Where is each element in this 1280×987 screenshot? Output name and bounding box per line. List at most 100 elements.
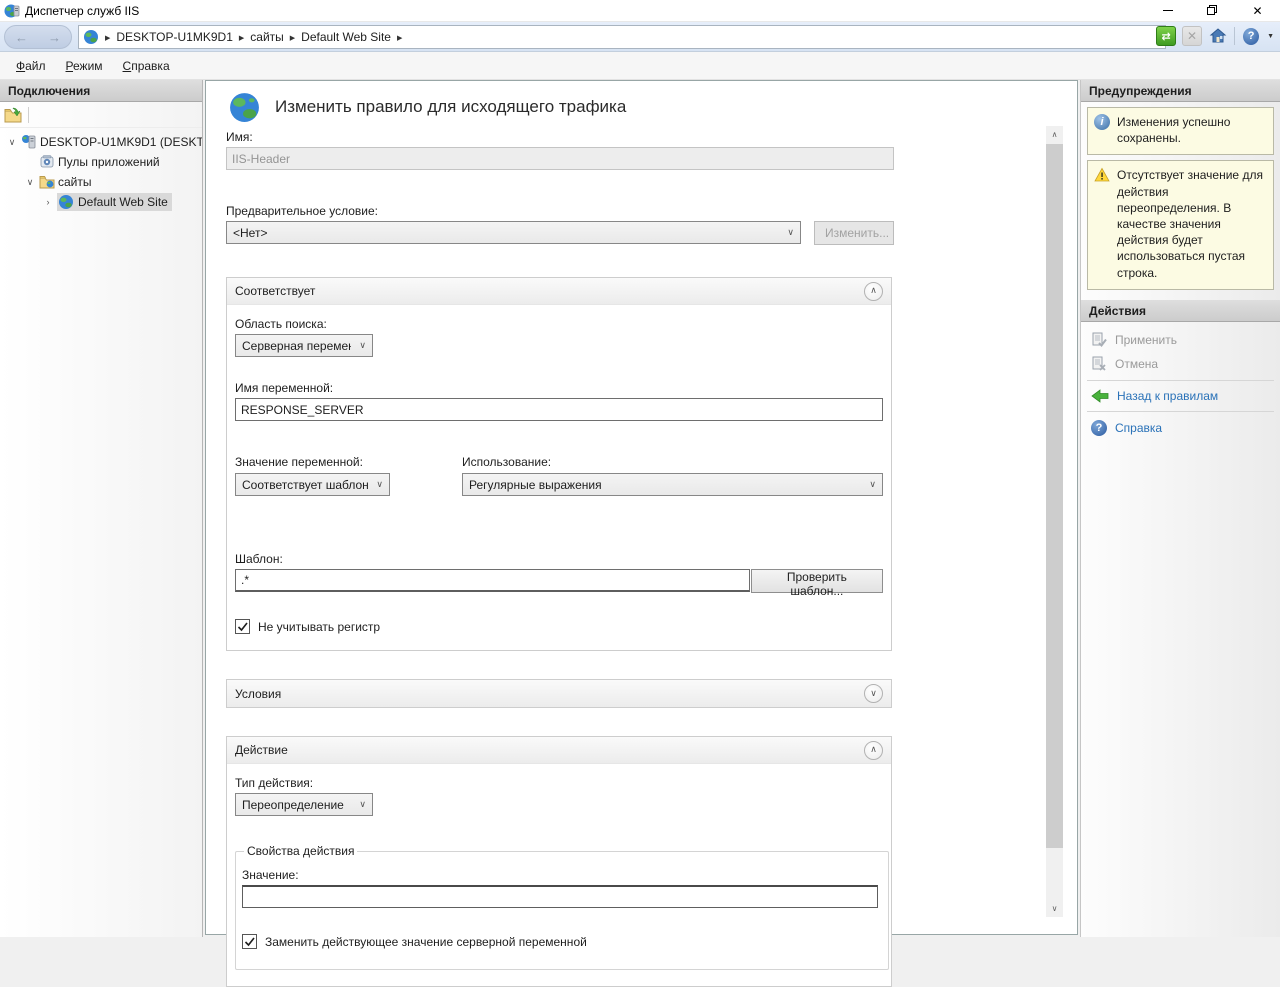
refresh-icon[interactable]: ⇄ <box>1156 26 1176 46</box>
restore-button[interactable] <box>1190 0 1235 21</box>
page-title: Изменить правило для исходящего трафика <box>275 91 626 117</box>
chevron-down-icon: ∨ <box>359 340 366 351</box>
minimize-button[interactable] <box>1145 0 1190 21</box>
alert-text: Отсутствует значение для действия переоп… <box>1117 167 1267 280</box>
expander-icon[interactable]: › <box>42 197 54 207</box>
action-properties-group: Свойства действия Значение: Заменить дей… <box>235 844 889 970</box>
collapse-up-icon[interactable]: ∧ <box>864 282 883 301</box>
tree-item-server[interactable]: ∨ DESKTOP-U1MK9D1 (DESKTOI <box>0 132 202 152</box>
menu-help[interactable]: Справка <box>113 55 180 77</box>
name-input <box>226 147 894 170</box>
help-icon[interactable]: ? <box>1241 26 1261 46</box>
expander-icon[interactable]: ∨ <box>24 177 36 188</box>
minimize-icon <box>1163 10 1173 11</box>
help-dropdown-icon[interactable]: ▼ <box>1267 33 1274 40</box>
action-section-title: Действие <box>235 743 288 757</box>
tree-item-label: DESKTOP-U1MK9D1 (DESKTOI <box>40 135 202 149</box>
value-label: Значение: <box>242 868 878 882</box>
menu-bar: Файл Режим Справка <box>0 52 1280 80</box>
alert-warning: Отсутствует значение для действия переоп… <box>1087 160 1274 289</box>
close-button[interactable]: ✕ <box>1235 0 1280 21</box>
vertical-scrollbar[interactable]: ∧ ∨ <box>1046 126 1063 917</box>
toolbar-separator <box>28 107 29 123</box>
warning-icon <box>1094 167 1110 183</box>
tree-item-label: сайты <box>58 175 92 189</box>
replace-value-checkbox[interactable] <box>242 934 257 949</box>
breadcrumb[interactable]: ▶ DESKTOP-U1MK9D1 ▶ сайты ▶ Default Web … <box>78 25 1166 49</box>
chevron-down-icon: ∨ <box>376 479 383 490</box>
breadcrumb-separator-icon[interactable]: ▶ <box>290 33 295 42</box>
collapse-down-icon[interactable]: ∨ <box>864 684 883 703</box>
iis-app-icon <box>4 3 20 19</box>
variable-value-label: Значение переменной: <box>235 455 390 469</box>
precondition-select[interactable]: <Нет> ∨ <box>226 221 801 244</box>
breadcrumb-separator-icon[interactable]: ▶ <box>239 33 244 42</box>
ignore-case-checkbox[interactable] <box>235 619 250 634</box>
server-icon <box>21 134 37 150</box>
actions-sidebar: Предупреждения i Изменения успешно сохра… <box>1080 80 1280 937</box>
selected-tree-item[interactable]: Default Web Site <box>57 193 172 211</box>
breadcrumb-server[interactable]: DESKTOP-U1MK9D1 <box>116 30 232 44</box>
apply-action: Применить <box>1081 328 1280 352</box>
tree-item-app-pools[interactable]: Пулы приложений <box>0 152 202 172</box>
action-type-label: Тип действия: <box>235 776 883 790</box>
collapse-up-icon[interactable]: ∧ <box>864 741 883 760</box>
match-section: Соответствует ∧ Область поиска: Серверна… <box>226 277 892 651</box>
back-to-rules-link[interactable]: Назад к правилам <box>1081 385 1280 407</box>
window-title: Диспетчер служб IIS <box>25 4 1145 18</box>
apply-icon <box>1091 332 1107 348</box>
value-input[interactable] <box>242 885 878 908</box>
cancel-action: Отмена <box>1081 352 1280 376</box>
back-icon[interactable]: ← <box>15 30 28 45</box>
variable-name-label: Имя переменной: <box>235 381 883 395</box>
home-icon[interactable] <box>1208 26 1228 46</box>
toolbar-separator <box>1234 27 1235 45</box>
breadcrumb-sites[interactable]: сайты <box>250 30 284 44</box>
scrollbar-thumb[interactable] <box>1046 144 1063 848</box>
breadcrumb-separator-icon[interactable]: ▶ <box>397 33 402 42</box>
app-pools-icon <box>39 154 55 170</box>
breadcrumb-site[interactable]: Default Web Site <box>301 30 391 44</box>
scope-label: Область поиска: <box>235 317 883 331</box>
name-label: Имя: <box>226 130 894 144</box>
chevron-down-icon: ∨ <box>787 227 794 238</box>
site-globe-icon <box>58 194 74 210</box>
scroll-up-icon[interactable]: ∧ <box>1046 126 1063 143</box>
connections-panel: Подключения ∨ DESKTOP-U1MK9D1 (DESKTOI <box>0 80 203 937</box>
forward-icon[interactable]: → <box>48 30 61 45</box>
help-link[interactable]: ? Справка <box>1081 416 1280 440</box>
precondition-label: Предварительное условие: <box>226 204 894 218</box>
tree-item-sites[interactable]: ∨ сайты <box>0 172 202 192</box>
tree-item-default-web-site[interactable]: › Default Web Site <box>0 192 202 212</box>
help-icon: ? <box>1091 420 1107 436</box>
title-bar: Диспетчер служб IIS ✕ <box>0 0 1280 22</box>
nav-cloud: ← → <box>4 25 72 49</box>
menu-file[interactable]: Файл <box>6 55 56 77</box>
expander-icon[interactable]: ∨ <box>6 137 18 148</box>
variable-value-select[interactable]: Соответствует шаблону ∨ <box>235 473 390 496</box>
scope-select[interactable]: Серверная переменн ∨ <box>235 334 373 357</box>
info-icon: i <box>1094 114 1110 130</box>
breadcrumb-separator-icon: ▶ <box>105 33 110 42</box>
connections-tree: ∨ DESKTOP-U1MK9D1 (DESKTOI Пулы приложен… <box>0 128 202 212</box>
chevron-down-icon: ∨ <box>359 799 366 810</box>
actions-header: Действия <box>1081 300 1280 322</box>
action-properties-legend: Свойства действия <box>244 844 357 858</box>
connections-toolbar <box>0 102 202 128</box>
action-section: Действие ∧ Тип действия: Переопределение… <box>226 736 892 987</box>
scroll-down-icon[interactable]: ∨ <box>1046 900 1063 917</box>
pattern-input[interactable] <box>235 569 750 592</box>
action-type-select[interactable]: Переопределение ∨ <box>235 793 373 816</box>
using-select[interactable]: Регулярные выражения ∨ <box>462 473 883 496</box>
variable-name-input[interactable] <box>235 398 883 421</box>
checkmark-icon <box>244 936 255 947</box>
test-pattern-button[interactable]: Проверить шаблон... <box>751 569 883 593</box>
menu-view[interactable]: Режим <box>56 55 113 77</box>
restore-icon <box>1207 5 1218 16</box>
save-connection-icon[interactable] <box>4 107 22 123</box>
globe-icon <box>83 29 99 45</box>
tree-item-label: Default Web Site <box>78 195 168 209</box>
actions-separator <box>1087 411 1274 412</box>
match-section-title: Соответствует <box>235 284 315 298</box>
stop-icon: ✕ <box>1182 26 1202 46</box>
